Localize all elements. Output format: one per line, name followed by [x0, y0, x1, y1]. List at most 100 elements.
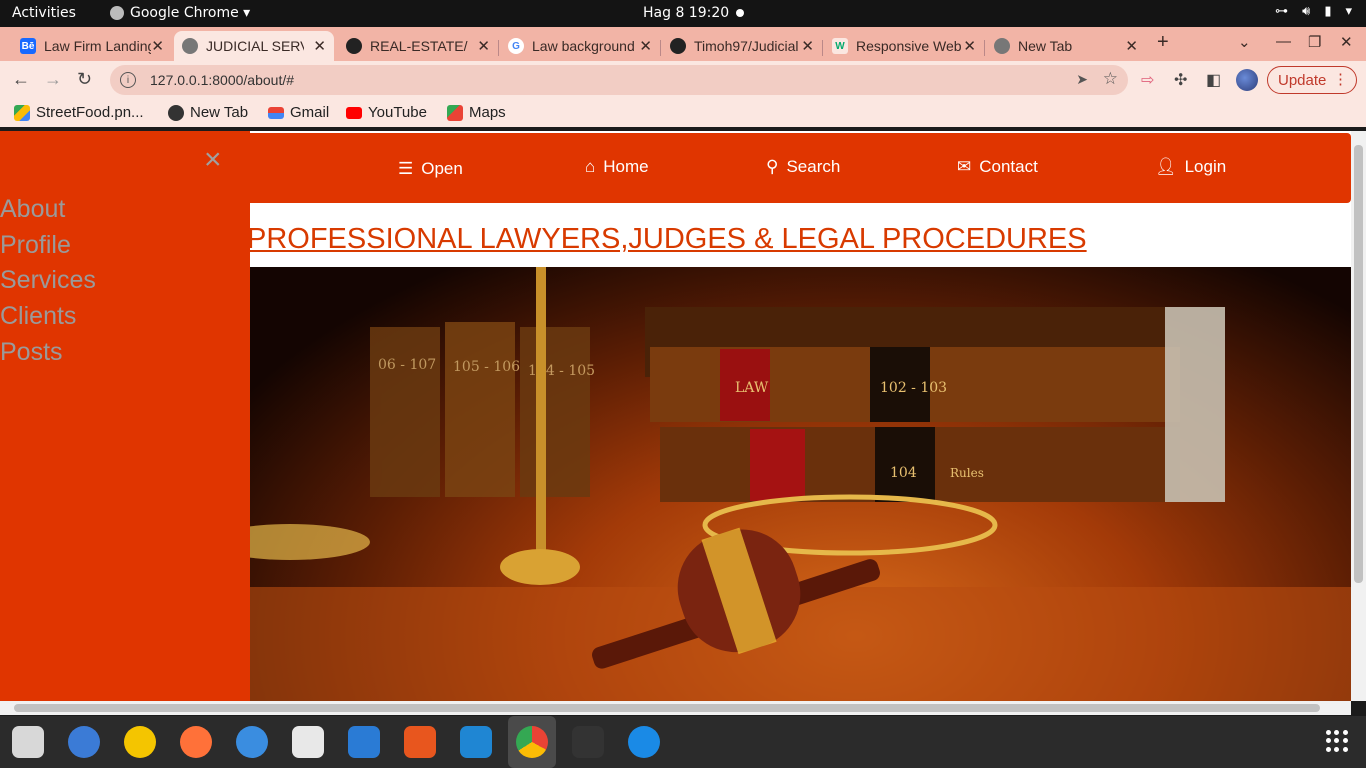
update-button[interactable]: Update ⋮ — [1267, 66, 1357, 94]
tab-real-estate[interactable]: REAL-ESTATE/ ✕ — [338, 31, 498, 61]
bookmark-streetfood[interactable]: StreetFood.pn... — [14, 104, 144, 121]
new-tab-plus-icon[interactable]: + — [1157, 31, 1169, 54]
nav-search[interactable]: ⚲ Search — [766, 157, 840, 177]
update-label: Update — [1278, 71, 1327, 89]
text-editor-icon[interactable] — [292, 726, 324, 758]
close-icon[interactable]: ✕ — [151, 37, 164, 55]
tab-label: Law Firm Landing — [44, 38, 152, 54]
minimize-icon[interactable]: — — [1276, 33, 1291, 50]
side-panel-icon[interactable]: ◧ — [1206, 70, 1221, 90]
sidenav-link-about[interactable]: About — [0, 195, 65, 224]
cast-icon[interactable]: ⇨ — [1141, 70, 1154, 90]
forward-arrow-icon[interactable]: → — [44, 69, 62, 90]
vscode-icon[interactable] — [460, 726, 492, 758]
tab-divider — [984, 40, 985, 56]
close-icon[interactable]: ✕ — [313, 37, 326, 55]
close-window-icon[interactable]: ✕ — [1340, 33, 1353, 51]
bookmark-maps[interactable]: Maps — [447, 104, 506, 121]
globe-icon — [182, 38, 198, 54]
close-icon[interactable]: ✕ — [963, 37, 976, 55]
sidenav-link-clients[interactable]: Clients — [0, 302, 76, 331]
bookmark-label: Gmail — [290, 104, 330, 121]
google-icon: G — [508, 38, 524, 54]
page-headline-link[interactable]: PROFESSIONAL LAWYERS,JUDGES & LEGAL PROC… — [247, 223, 1087, 256]
nav-label: Contact — [979, 157, 1038, 176]
w3-icon: W — [832, 38, 848, 54]
gmail-icon — [268, 106, 284, 119]
nav-login[interactable]: 👤︎ Login — [1155, 157, 1226, 177]
menu-icon: ☰ — [398, 159, 414, 178]
bookmark-label: Maps — [469, 104, 506, 121]
address-bar[interactable]: i 127.0.0.1:8000/about/# ➤ ☆ — [110, 65, 1128, 95]
book-label: 06 - 107 — [378, 357, 436, 373]
ubuntu-dock — [0, 716, 1366, 768]
behance-icon: Bē — [20, 38, 36, 54]
system-tray[interactable]: ⊶ 🔊︎ ▮ ▾ — [1275, 4, 1352, 19]
nav-open[interactable]: ☰ Open — [398, 159, 463, 179]
hero-image: 06 - 107 105 - 106 104 - 105 LAW 102 - 1… — [250, 267, 1351, 701]
chrome-icon[interactable] — [516, 726, 548, 758]
chevron-down-icon: ▾ — [1345, 4, 1352, 19]
bookmark-label: YouTube — [368, 104, 427, 121]
home-icon: ⌂ — [585, 157, 596, 176]
info-icon[interactable]: i — [120, 72, 136, 88]
activities-button[interactable]: Activities — [12, 5, 76, 21]
close-icon[interactable]: ✕ — [801, 37, 814, 55]
back-arrow-icon[interactable]: ← — [12, 69, 30, 90]
book-label: LAW — [735, 380, 769, 396]
bookmark-gmail[interactable]: Gmail — [268, 104, 329, 121]
github-icon — [670, 38, 686, 54]
sidenav-link-profile[interactable]: Profile — [0, 231, 71, 260]
show-apps-grid-icon[interactable] — [1326, 730, 1348, 752]
thunderbird-icon[interactable] — [68, 726, 100, 758]
close-icon[interactable]: ✕ — [477, 37, 490, 55]
terminal-icon[interactable] — [572, 726, 604, 758]
send-icon[interactable]: ➤ — [1076, 71, 1088, 88]
browser-toolbar: ← → ↻ i 127.0.0.1:8000/about/# ➤ ☆ ⇨ ✣ ◧… — [0, 61, 1366, 99]
sidenav-link-posts[interactable]: Posts — [0, 338, 63, 367]
files-icon[interactable] — [12, 726, 44, 758]
tab-label: Law background — [532, 38, 635, 54]
tab-new-tab[interactable]: New Tab ✕ — [986, 31, 1146, 61]
profile-avatar[interactable] — [1236, 69, 1258, 91]
network-icon: ⊶ — [1275, 4, 1289, 19]
kebab-menu-icon[interactable]: ⋮ — [1333, 70, 1348, 88]
tab-law-background[interactable]: G Law background ✕ — [500, 31, 660, 61]
vertical-scrollbar[interactable] — [1351, 131, 1366, 701]
writer-icon[interactable] — [348, 726, 380, 758]
software-center-icon[interactable] — [404, 726, 436, 758]
reload-icon[interactable]: ↻ — [77, 69, 92, 90]
teamviewer-icon[interactable] — [628, 726, 660, 758]
tab-judicial-services[interactable]: JUDICIAL SERVICES ✕ — [174, 31, 334, 61]
nav-label: Open — [421, 159, 463, 178]
bookmark-new-tab[interactable]: New Tab — [168, 104, 248, 121]
bookmark-youtube[interactable]: YouTube — [346, 104, 427, 121]
close-icon[interactable]: ✕ — [639, 37, 652, 55]
extensions-puzzle-icon[interactable]: ✣ — [1174, 70, 1187, 90]
envelope-icon: ✉ — [957, 157, 972, 176]
tab-timoh97-judicial[interactable]: Timoh97/Judicial ✕ — [662, 31, 822, 61]
close-icon[interactable]: × — [204, 143, 222, 177]
horizontal-scrollbar[interactable] — [0, 701, 1351, 715]
tab-responsive-web[interactable]: W Responsive Web ✕ — [824, 31, 984, 61]
nav-home[interactable]: ⌂ Home — [585, 157, 649, 177]
bookmark-star-icon[interactable]: ☆ — [1103, 69, 1118, 89]
book-label: Rules — [950, 466, 984, 480]
page-viewport: ☰ Open ⌂ Home ⚲ Search ✉ Contact 👤︎ Logi… — [0, 131, 1351, 701]
app-menu[interactable]: Google Chrome ▾ — [110, 5, 250, 21]
scroll-thumb[interactable] — [14, 704, 1320, 712]
nav-contact[interactable]: ✉ Contact — [957, 157, 1038, 177]
bookmarks-bar: StreetFood.pn... New Tab Gmail YouTube M… — [0, 99, 1366, 127]
restore-icon[interactable]: ❐ — [1308, 33, 1321, 51]
tab-search-chevron-icon[interactable]: ⌄ — [1238, 33, 1251, 51]
url-text[interactable]: 127.0.0.1:8000/about/# — [150, 72, 294, 88]
rhythmbox-icon[interactable] — [124, 726, 156, 758]
clock[interactable]: Hag 8 19:20 — [643, 5, 729, 21]
tab-label: JUDICIAL SERVICES — [206, 38, 304, 54]
firefox-icon[interactable] — [180, 726, 212, 758]
help-icon[interactable] — [236, 726, 268, 758]
sidenav-link-services[interactable]: Services — [0, 266, 96, 295]
close-icon[interactable]: ✕ — [1125, 37, 1138, 55]
scroll-thumb[interactable] — [1354, 145, 1363, 583]
tab-law-firm[interactable]: Bē Law Firm Landing ✕ — [12, 31, 172, 61]
